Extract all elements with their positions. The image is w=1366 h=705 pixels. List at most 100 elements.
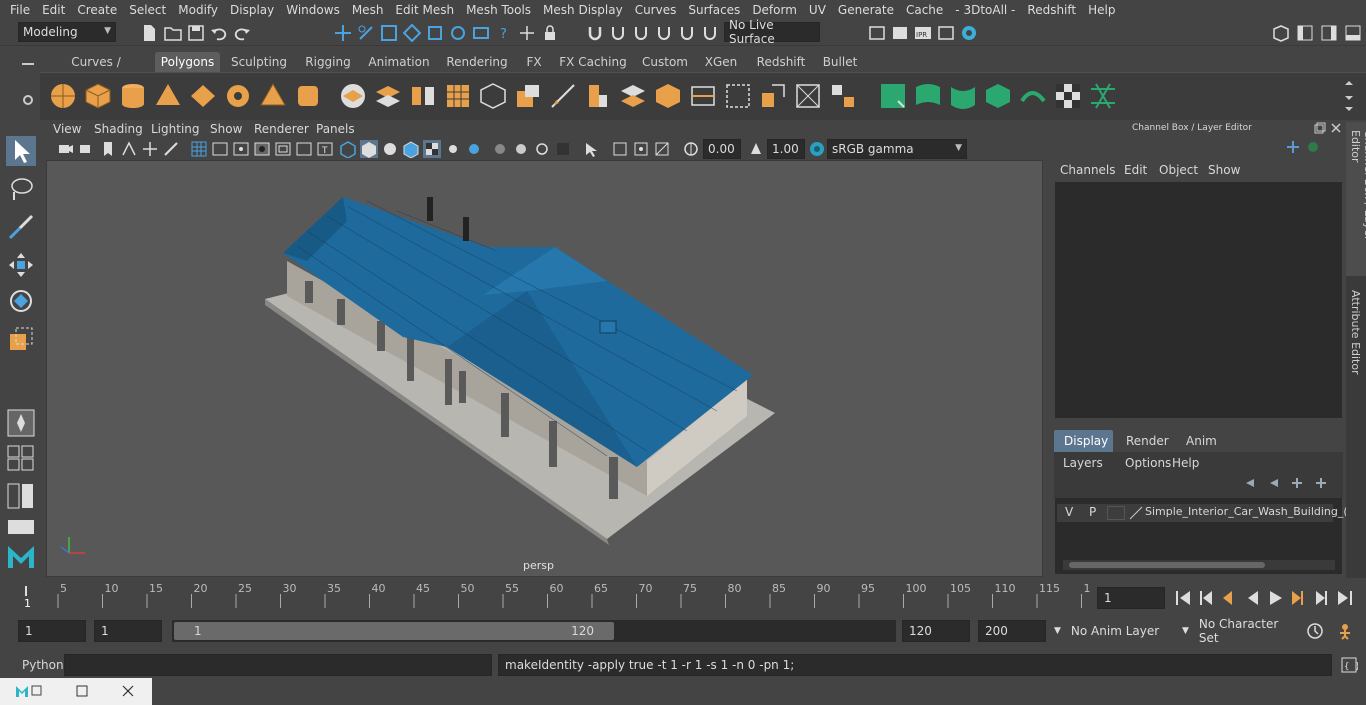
safe-action-icon[interactable] — [295, 140, 313, 158]
smooth-shade-icon[interactable] — [360, 140, 378, 158]
cut-uv-edges-icon[interactable] — [1088, 81, 1118, 111]
fill-hole-icon[interactable] — [758, 81, 788, 111]
save-scene-icon[interactable] — [187, 24, 205, 42]
shelf-tab-curves-surfaces[interactable]: Curves / Surfaces — [47, 52, 145, 89]
snap-vertex-icon[interactable] — [655, 24, 673, 42]
bevel-icon[interactable] — [583, 81, 613, 111]
select-by-hierarchy-icon[interactable] — [334, 24, 352, 42]
snap-live-icon[interactable] — [518, 24, 536, 42]
toggle-panel-icon-1[interactable] — [1296, 24, 1314, 42]
motion-blur-icon[interactable] — [512, 140, 530, 158]
scale-tool-icon[interactable] — [6, 324, 36, 354]
shelf-tab-xgen[interactable]: XGen — [700, 52, 742, 72]
menu-mesh-tools[interactable]: Mesh Tools — [460, 3, 537, 17]
screen-space-ao-icon[interactable] — [491, 140, 509, 158]
textured-icon[interactable] — [423, 140, 441, 158]
close-icon[interactable] — [1330, 122, 1342, 134]
channel-box-menu-show[interactable]: Show — [1208, 163, 1240, 177]
live-surface-field[interactable]: No Live Surface — [724, 18, 820, 46]
layer-tab-anim[interactable]: Anim — [1186, 434, 1217, 448]
layer-name[interactable]: Simple_Interior_Car_Wash_Building_( — [1145, 505, 1348, 518]
snap-view-icon[interactable] — [472, 24, 490, 42]
menu-file[interactable]: File — [4, 3, 36, 17]
menu-mesh-display[interactable]: Mesh Display — [537, 3, 629, 17]
animation-end-field[interactable]: 200 — [978, 620, 1046, 642]
script-language-label[interactable]: Python — [22, 658, 64, 672]
layer-playback-toggle[interactable]: P — [1089, 505, 1096, 519]
smooth-icon[interactable] — [443, 81, 473, 111]
menu-create[interactable]: Create — [71, 3, 123, 17]
poly-prism-icon[interactable] — [258, 81, 288, 111]
combine-icon[interactable] — [338, 81, 368, 111]
poly-pipe-icon[interactable] — [293, 81, 323, 111]
uv-editor-icon[interactable] — [878, 81, 908, 111]
unfold-uv-icon[interactable] — [1018, 81, 1048, 111]
shelf-tab-rendering[interactable]: Rendering — [444, 52, 510, 72]
playback-start-field[interactable]: 1 — [94, 620, 162, 642]
menu-select[interactable]: Select — [123, 3, 172, 17]
step-forward-frame-icon[interactable] — [1292, 591, 1303, 605]
shadows-icon[interactable] — [465, 140, 483, 158]
offset-edge-loop-icon[interactable] — [723, 81, 753, 111]
poly-cube-icon[interactable] — [83, 81, 113, 111]
panel-menu-panels[interactable]: Panels — [316, 122, 355, 136]
bridge-icon[interactable] — [618, 81, 648, 111]
last-tool-icon[interactable] — [6, 408, 36, 438]
layer-edit-icon[interactable] — [1129, 506, 1143, 520]
bookmark-icon[interactable] — [99, 140, 117, 158]
snap-grid-icon[interactable] — [403, 24, 421, 42]
menu-curves[interactable]: Curves — [629, 3, 683, 17]
shelf-tab-rigging[interactable]: Rigging — [302, 52, 354, 72]
layout-split-icon[interactable] — [6, 482, 36, 510]
layer-color-swatch[interactable] — [1107, 506, 1125, 520]
poly-torus-icon[interactable] — [223, 81, 253, 111]
layer-menu-layers[interactable]: Layers — [1063, 456, 1103, 470]
step-back-frame-icon[interactable] — [1223, 591, 1232, 605]
move-tool-icon[interactable] — [6, 250, 36, 280]
automatic-map-icon[interactable] — [983, 81, 1013, 111]
animation-preferences-icon[interactable] — [1336, 622, 1354, 640]
snap-face-icon[interactable] — [678, 24, 696, 42]
backface-culling-icon[interactable] — [653, 140, 671, 158]
cylindrical-map-icon[interactable] — [948, 81, 978, 111]
insert-edge-loop-icon[interactable] — [688, 81, 718, 111]
menu-generate[interactable]: Generate — [832, 3, 900, 17]
xray-joints-icon[interactable] — [632, 140, 650, 158]
camera-attributes-icon[interactable] — [78, 140, 96, 158]
xray-icon[interactable] — [611, 140, 629, 158]
go-to-start-icon[interactable] — [1176, 591, 1190, 605]
play-backward-icon[interactable] — [1248, 591, 1258, 605]
poly-cone-icon[interactable] — [153, 81, 183, 111]
menu-modify[interactable]: Modify — [172, 3, 224, 17]
rotate-tool-icon[interactable] — [6, 286, 36, 316]
current-frame-field[interactable]: 1 — [1097, 587, 1165, 609]
play-forward-icon[interactable] — [1270, 591, 1282, 605]
paint-select-tool-icon[interactable] — [6, 212, 36, 242]
shelf-tab-fx-caching[interactable]: FX Caching — [557, 52, 629, 72]
shelf-tab-sculpting[interactable]: Sculpting — [229, 52, 289, 72]
go-to-end-icon[interactable] — [1338, 591, 1352, 605]
car-wash-building-model[interactable] — [47, 161, 1043, 577]
menu-deform[interactable]: Deform — [746, 3, 803, 17]
extrude-icon[interactable] — [513, 81, 543, 111]
layer-menu-help[interactable]: Help — [1172, 456, 1199, 470]
snap-surface-icon[interactable]: ? — [495, 24, 513, 42]
workspace-icon[interactable] — [1272, 24, 1290, 42]
maya-app-icon[interactable] — [14, 683, 44, 699]
snap-together-icon[interactable] — [609, 24, 627, 42]
poly-sphere-icon[interactable] — [48, 81, 78, 111]
menu-edit-mesh[interactable]: Edit Mesh — [389, 3, 460, 17]
gate-mask-icon[interactable] — [253, 140, 271, 158]
new-scene-icon[interactable] — [140, 24, 158, 42]
2d-pan-zoom-icon[interactable] — [141, 140, 159, 158]
grid-toggle-icon[interactable] — [190, 140, 208, 158]
menu-uv[interactable]: UV — [803, 3, 832, 17]
separate-icon[interactable] — [373, 81, 403, 111]
open-scene-icon[interactable] — [164, 24, 182, 42]
character-set-selector[interactable]: ▼ No Character Set — [1178, 617, 1298, 645]
anti-aliasing-icon[interactable] — [533, 140, 551, 158]
mirror-icon[interactable] — [408, 81, 438, 111]
safe-title-icon[interactable]: T — [316, 140, 334, 158]
snap-point-icon[interactable] — [449, 24, 467, 42]
channel-box-menu-object[interactable]: Object — [1159, 163, 1198, 177]
